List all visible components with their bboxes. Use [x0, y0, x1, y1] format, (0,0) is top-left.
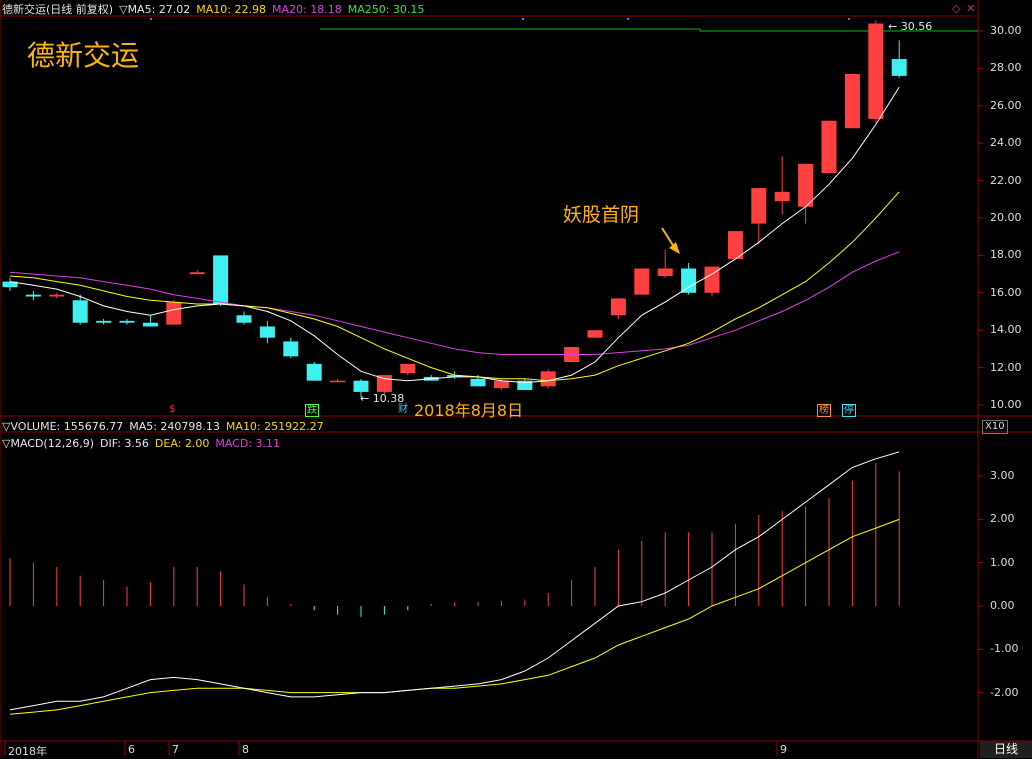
candle-up: [634, 268, 650, 295]
candle-down: [681, 268, 697, 293]
candle-up: [49, 294, 65, 297]
candle-down: [259, 326, 275, 338]
macd-dea-value: DEA: 2.00: [154, 437, 210, 450]
macd-tick-label: 1.00: [990, 555, 1015, 569]
candle-up: [657, 268, 673, 276]
chart-canvas: [0, 0, 1032, 758]
candle-up: [868, 23, 884, 119]
event-tag-list[interactable]: 榜: [817, 404, 831, 417]
price-tick-label: 10.00: [990, 398, 1022, 411]
candle-down: [353, 380, 369, 392]
price-tick-label: 28.00: [990, 61, 1022, 75]
volume-value[interactable]: ▽VOLUME: 155676.77: [2, 420, 123, 433]
price-tick-label: 22.00: [990, 173, 1022, 187]
volume-ma10: MA10: 251922.27: [225, 420, 324, 433]
price-tick-label: 16.00: [990, 285, 1022, 299]
candle-up: [798, 163, 814, 207]
macd-tick-label: -1.00: [990, 642, 1019, 656]
ma250-value: MA250: 30.15: [347, 3, 425, 16]
event-tag-drop[interactable]: 跌: [305, 404, 319, 417]
macd-dif-value: DIF: 3.56: [100, 437, 149, 450]
candle-down: [470, 378, 486, 387]
diamond-icon[interactable]: ◇: [952, 3, 960, 15]
event-dot: [627, 18, 629, 20]
candle-up: [844, 74, 860, 129]
candle-down: [72, 300, 88, 323]
candle-down: [142, 322, 158, 327]
macd-tick-label: -2.00: [990, 685, 1019, 699]
candle-down: [25, 294, 41, 297]
price-tick-label: 26.00: [990, 98, 1022, 112]
period-daily-button[interactable]: 日线: [980, 741, 1032, 758]
ma5-line: [9, 86, 900, 384]
volume-ma5: MA5: 240798.13: [129, 420, 220, 433]
event-tag-dollar[interactable]: $: [168, 404, 176, 415]
price-tick-label: 12.00: [990, 360, 1022, 374]
high-price-label: ← 30.56: [888, 20, 933, 33]
time-tick-label: 6: [128, 743, 135, 756]
stock-period-title[interactable]: 德新交运(日线 前复权): [2, 3, 113, 16]
main-chart-header: 德新交运(日线 前复权) ▽MA5: 27.02 MA10: 22.98 MA20: …: [2, 3, 430, 17]
macd-value: MACD: 3.11: [215, 437, 281, 450]
macd-dif-line: [9, 451, 900, 711]
price-tick-label: 30.00: [990, 24, 1022, 37]
candle-up: [493, 380, 509, 389]
candle-up: [610, 298, 626, 316]
first-yin-annotation: 妖股首阴: [563, 204, 640, 226]
candle-up: [166, 302, 182, 325]
candle-up: [751, 188, 767, 224]
price-tick-label: 20.00: [990, 211, 1022, 224]
event-dot: [522, 18, 524, 20]
macd-tick-label: 2.00: [990, 512, 1015, 526]
ma20-value: MA20: 18.18: [272, 3, 342, 16]
annotation-arrow-head: [669, 242, 680, 254]
candle-down: [891, 59, 907, 76]
candle-up: [821, 120, 837, 174]
volume-header: ▽VOLUME: 155676.77 MA5: 240798.13 MA10: 25…: [2, 420, 330, 434]
price-tick-label: 14.00: [990, 323, 1022, 337]
macd-dea-line: [9, 518, 900, 715]
time-tick-label: 8: [242, 743, 249, 756]
candle-down: [213, 255, 229, 305]
event-dot: [848, 18, 850, 20]
candle-down: [236, 315, 252, 323]
volume-scale-button[interactable]: X10: [982, 420, 1008, 434]
event-dot: [150, 18, 152, 20]
time-tick-label: 7: [172, 743, 179, 756]
ma5-value: MA5: 27.02: [127, 3, 191, 16]
time-tick-label: 2018年: [8, 745, 47, 758]
stock-name-overlay: 德新交运: [27, 39, 140, 72]
candle-up: [587, 330, 603, 338]
ma10-value: MA10: 22.98: [196, 3, 266, 16]
high-price-value: 30.56: [900, 20, 933, 33]
candle-up: [330, 380, 346, 383]
date-annotation: 2018年8月8日: [414, 401, 524, 420]
ma20-line: [9, 251, 900, 355]
macd-header: ▽MACD(12,26,9) DIF: 3.56 DEA: 2.00 MACD: 3.…: [2, 437, 286, 451]
indicator-toggle-icon[interactable]: ▽: [119, 3, 127, 16]
price-tick-label: 18.00: [990, 248, 1022, 262]
candle-down: [119, 320, 135, 323]
event-tag-halt[interactable]: 停: [842, 404, 856, 417]
candle-down: [306, 363, 322, 381]
price-tick-label: 24.00: [990, 136, 1022, 150]
candle-down: [283, 341, 299, 357]
candle-down: [96, 320, 112, 323]
candle-up: [540, 371, 556, 387]
time-tick-label: 9: [780, 743, 787, 756]
event-tag-finance[interactable]: 财: [397, 404, 409, 415]
candle-up: [400, 363, 416, 374]
macd-indicator-name[interactable]: ▽MACD(12,26,9): [2, 437, 94, 450]
candle-up: [189, 272, 205, 275]
macd-tick-label: 0.00: [990, 599, 1015, 612]
close-icon[interactable]: ✕: [966, 3, 975, 15]
macd-tick-label: 3.00: [990, 469, 1015, 483]
candle-up: [774, 191, 790, 202]
